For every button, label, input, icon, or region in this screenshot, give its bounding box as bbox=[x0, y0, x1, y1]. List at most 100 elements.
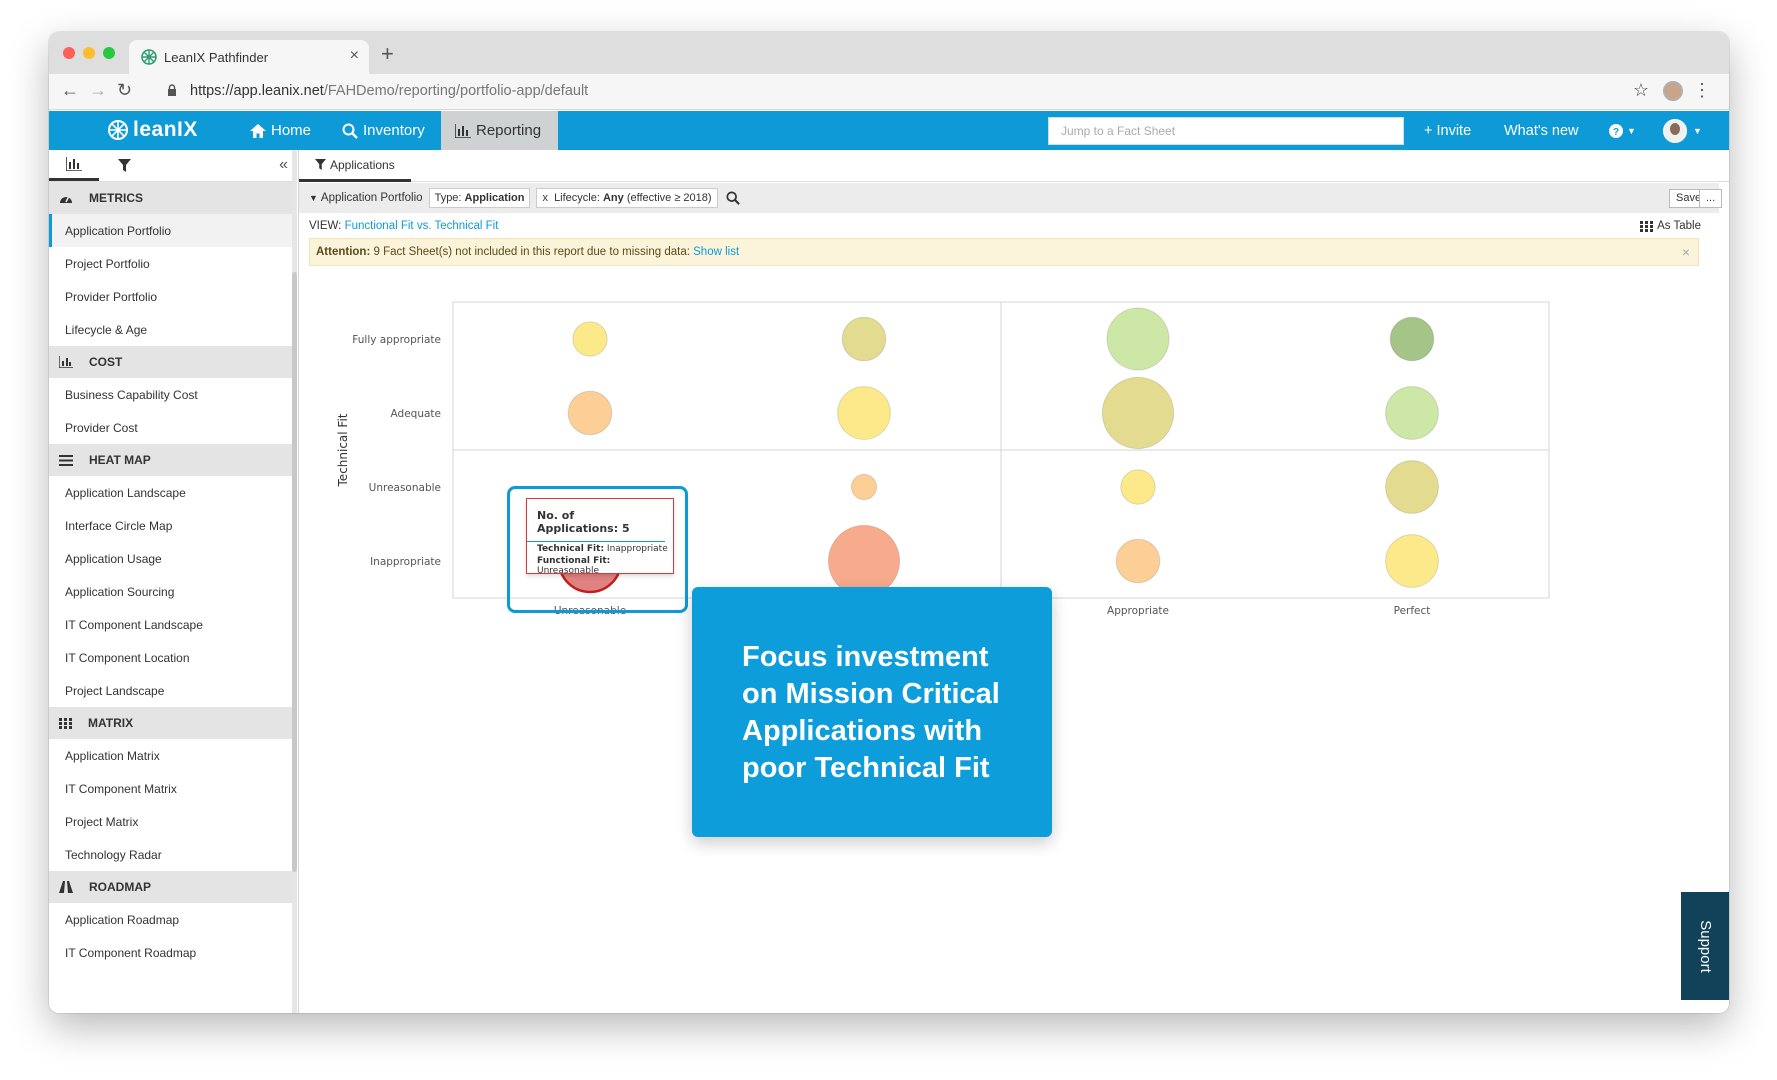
bubble[interactable] bbox=[567, 390, 613, 436]
sidebar-section-title: COST bbox=[89, 355, 123, 369]
leanix-logo[interactable]: leanIX bbox=[107, 118, 198, 142]
close-tab-icon[interactable]: × bbox=[350, 47, 359, 65]
invite-label: + Invite bbox=[1424, 122, 1472, 139]
address-bar: ← → ↻ https://app.leanix.net/FAHDemo/rep… bbox=[49, 74, 1729, 110]
filter-bar: ▼ Application Portfolio Type: Applicatio… bbox=[299, 183, 1723, 213]
sidebar-section-matrix: MATRIX bbox=[49, 707, 294, 739]
sidebar-item-lifecycle-age[interactable]: Lifecycle & Age bbox=[49, 313, 294, 346]
tooltip-title: No. of Applications: 5 bbox=[527, 499, 665, 542]
grid-icon bbox=[59, 717, 80, 729]
help-menu[interactable]: ? ▼ bbox=[1609, 111, 1636, 150]
whats-new-label: What's new bbox=[1504, 122, 1579, 139]
type-filter-chip[interactable]: Type: Application bbox=[428, 188, 531, 208]
user-menu[interactable]: ▼ bbox=[1663, 111, 1702, 150]
filter-icon bbox=[117, 159, 131, 172]
bubble[interactable] bbox=[1120, 469, 1156, 505]
report-name-dropdown[interactable]: Application Portfolio bbox=[321, 192, 423, 204]
bubble[interactable] bbox=[841, 316, 887, 362]
nav-home-label: Home bbox=[271, 122, 312, 139]
whats-new-button[interactable]: What's new bbox=[1504, 111, 1579, 150]
invite-button[interactable]: + Invite bbox=[1424, 111, 1471, 150]
sidebar-item-it-component-roadmap[interactable]: IT Component Roadmap bbox=[49, 936, 294, 969]
bubble[interactable] bbox=[572, 321, 608, 357]
sidebar-item-technology-radar[interactable]: Technology Radar bbox=[49, 838, 294, 871]
nav-home[interactable]: Home bbox=[242, 111, 319, 150]
close-window-button[interactable] bbox=[63, 47, 75, 59]
list-icon bbox=[59, 454, 81, 466]
sidebar-item-it-component-location[interactable]: IT Component Location bbox=[49, 641, 294, 674]
back-arrow-icon[interactable]: ← bbox=[61, 80, 79, 101]
nav-reporting[interactable]: Reporting bbox=[441, 111, 558, 150]
view-dropdown[interactable]: Functional Fit vs. Technical Fit bbox=[345, 220, 499, 232]
y-tick-label: Inappropriate bbox=[370, 556, 441, 568]
close-icon[interactable]: × bbox=[1682, 244, 1690, 260]
attention-banner: Attention: 9 Fact Sheet(s) not included … bbox=[309, 238, 1699, 266]
tab-reports[interactable] bbox=[49, 150, 99, 181]
new-tab-icon[interactable]: + bbox=[381, 41, 394, 67]
sidebar-item-project-landscape[interactable]: Project Landscape bbox=[49, 674, 294, 707]
bubble[interactable] bbox=[1115, 538, 1161, 584]
home-icon bbox=[250, 123, 266, 138]
x-tick-label: Appropriate bbox=[1107, 605, 1169, 617]
user-caret-icon: ▼ bbox=[1693, 125, 1702, 136]
sidebar-item-application-sourcing[interactable]: Application Sourcing bbox=[49, 575, 294, 608]
as-table-button[interactable]: As Table bbox=[1640, 220, 1701, 232]
tooltip-technical-label: Technical Fit: bbox=[537, 544, 605, 554]
sidebar-item-application-landscape[interactable]: Application Landscape bbox=[49, 476, 294, 509]
leanix-logo-icon bbox=[108, 120, 128, 140]
bar-chart-icon bbox=[66, 157, 82, 171]
sidebar-item-it-component-landscape[interactable]: IT Component Landscape bbox=[49, 608, 294, 641]
bubble[interactable] bbox=[1385, 460, 1439, 514]
maximize-window-button[interactable] bbox=[103, 47, 115, 59]
more-options-button[interactable]: ... bbox=[1699, 189, 1723, 208]
browser-profile-icon[interactable] bbox=[1663, 81, 1683, 101]
browser-tab[interactable]: LeanIX Pathfinder × bbox=[129, 40, 369, 74]
remove-filter-icon[interactable]: x bbox=[542, 192, 548, 204]
support-tab[interactable]: Support bbox=[1681, 892, 1729, 1000]
nav-inventory[interactable]: Inventory bbox=[334, 111, 433, 150]
help-icon: ? bbox=[1609, 123, 1623, 138]
caret-down-icon[interactable]: ▼ bbox=[309, 193, 318, 203]
bubble[interactable] bbox=[1385, 534, 1439, 588]
jump-to-fact-sheet-input[interactable]: Jump to a Fact Sheet bbox=[1048, 117, 1404, 145]
bubble[interactable] bbox=[850, 473, 878, 501]
sidebar-item-project-portfolio[interactable]: Project Portfolio bbox=[49, 247, 294, 280]
sidebar-scrollbar-thumb[interactable] bbox=[292, 272, 297, 872]
search-icon[interactable] bbox=[725, 191, 740, 205]
bubble[interactable] bbox=[1385, 386, 1439, 440]
sidebar-item-business-capability-cost[interactable]: Business Capability Cost bbox=[49, 378, 294, 411]
bookmark-star-icon[interactable]: ☆ bbox=[1633, 80, 1649, 101]
sidebar-item-application-portfolio[interactable]: Application Portfolio bbox=[49, 214, 294, 247]
sidebar-item-provider-portfolio[interactable]: Provider Portfolio bbox=[49, 280, 294, 313]
bubble[interactable] bbox=[827, 524, 901, 598]
sidebar-item-project-matrix[interactable]: Project Matrix bbox=[49, 805, 294, 838]
tab-applications[interactable]: Applications bbox=[299, 150, 411, 182]
lock-icon bbox=[168, 84, 176, 96]
help-caret-icon: ▼ bbox=[1627, 125, 1636, 136]
show-list-link[interactable]: Show list bbox=[693, 246, 739, 258]
lifecycle-filter-chip[interactable]: x Lifecycle: Any (effective ≥ 2018) bbox=[536, 188, 718, 208]
bubble[interactable] bbox=[1389, 316, 1435, 362]
sidebar-item-it-component-matrix[interactable]: IT Component Matrix bbox=[49, 772, 294, 805]
x-tick-label: Perfect bbox=[1394, 605, 1431, 617]
sidebar-section-title: METRICS bbox=[89, 191, 143, 205]
browser-menu-icon[interactable]: ⋮ bbox=[1693, 80, 1711, 101]
minimize-window-button[interactable] bbox=[83, 47, 95, 59]
bubble[interactable] bbox=[1106, 307, 1170, 371]
tab-filter[interactable] bbox=[99, 150, 149, 181]
sidebar-item-application-usage[interactable]: Application Usage bbox=[49, 542, 294, 575]
logo-text: leanIX bbox=[133, 118, 198, 141]
reload-icon[interactable]: ↻ bbox=[117, 80, 132, 101]
sidebar-item-application-matrix[interactable]: Application Matrix bbox=[49, 739, 294, 772]
sidebar-item-application-roadmap[interactable]: Application Roadmap bbox=[49, 903, 294, 936]
sidebar-item-provider-cost[interactable]: Provider Cost bbox=[49, 411, 294, 444]
help-glyph: ? bbox=[1613, 127, 1619, 138]
forward-arrow-icon[interactable]: → bbox=[89, 80, 107, 101]
bubble[interactable] bbox=[837, 386, 891, 440]
sidebar-item-interface-circle-map[interactable]: Interface Circle Map bbox=[49, 509, 294, 542]
bubble[interactable] bbox=[1101, 376, 1175, 450]
collapse-sidebar-icon[interactable]: « bbox=[279, 156, 288, 174]
url-field[interactable]: https://app.leanix.net/FAHDemo/reporting… bbox=[190, 83, 588, 99]
grid-icon bbox=[1640, 220, 1654, 232]
sidebar-section-title: MATRIX bbox=[88, 716, 134, 730]
